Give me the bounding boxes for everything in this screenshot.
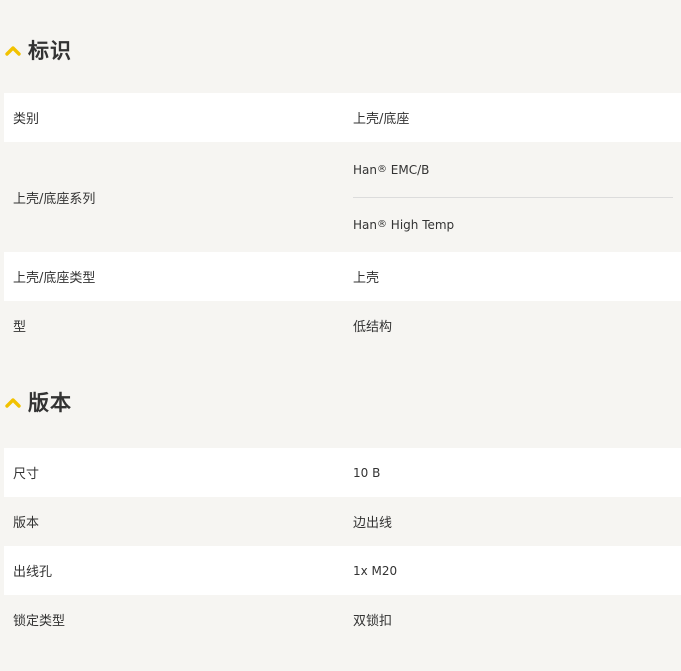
chevron-up-icon[interactable]	[4, 43, 22, 57]
row-value: 低结构	[353, 320, 393, 335]
series-name: Han	[353, 217, 377, 232]
section-header-identification[interactable]: 标识	[0, 0, 681, 93]
row-label: 上壳/底座系列	[13, 191, 96, 207]
list-item: Han ® High Temp	[353, 196, 673, 252]
row-value-list: Han ® EMC/B Han ® High Temp	[344, 143, 681, 252]
list-item: Han ® EMC/B	[353, 162, 430, 177]
row-label: 类别	[13, 112, 40, 127]
row-label: 出线孔	[13, 565, 53, 580]
table-row: 上壳/底座系列 Han ® EMC/B Han ® High Temp	[4, 142, 681, 252]
row-value: 边出线	[353, 516, 393, 531]
row-label: 上壳/底座类型	[13, 271, 96, 286]
table-row: 版本 边出线	[4, 497, 681, 546]
series-suffix: High Temp	[386, 217, 455, 232]
section-header-version[interactable]: 版本	[0, 350, 681, 448]
section-title: 版本	[28, 391, 72, 415]
row-label: 型	[13, 320, 27, 335]
row-value: 上壳	[353, 271, 380, 286]
product-spec-page: 标识 类别 上壳/底座 上壳/底座系列 Han ® EMC/B Han ® High…	[0, 0, 681, 671]
row-value: 双锁扣	[353, 614, 393, 629]
spec-table-version: 尺寸 10 B 版本 边出线 出线孔 1x M20 锁定类型 双锁扣	[4, 448, 681, 644]
row-value: 10 B	[353, 465, 381, 480]
series-suffix: EMC/B	[386, 162, 430, 177]
table-row: 上壳/底座类型 上壳	[4, 252, 681, 301]
row-value: 1x M20	[353, 563, 398, 578]
series-name: Han	[353, 162, 377, 177]
row-value: 上壳/底座	[353, 112, 410, 127]
row-label: 锁定类型	[13, 614, 66, 629]
table-row: 出线孔 1x M20	[4, 546, 681, 595]
spec-table-identification: 类别 上壳/底座 上壳/底座系列 Han ® EMC/B Han ® High Te…	[4, 93, 681, 350]
table-row: 锁定类型 双锁扣	[4, 595, 681, 644]
table-row: 型 低结构	[4, 301, 681, 350]
section-title: 标识	[28, 38, 72, 63]
table-row: 类别 上壳/底座	[4, 93, 681, 142]
chevron-up-icon[interactable]	[4, 395, 22, 409]
row-label: 版本	[13, 516, 40, 531]
row-label: 尺寸	[13, 467, 40, 482]
table-row: 尺寸 10 B	[4, 448, 681, 497]
